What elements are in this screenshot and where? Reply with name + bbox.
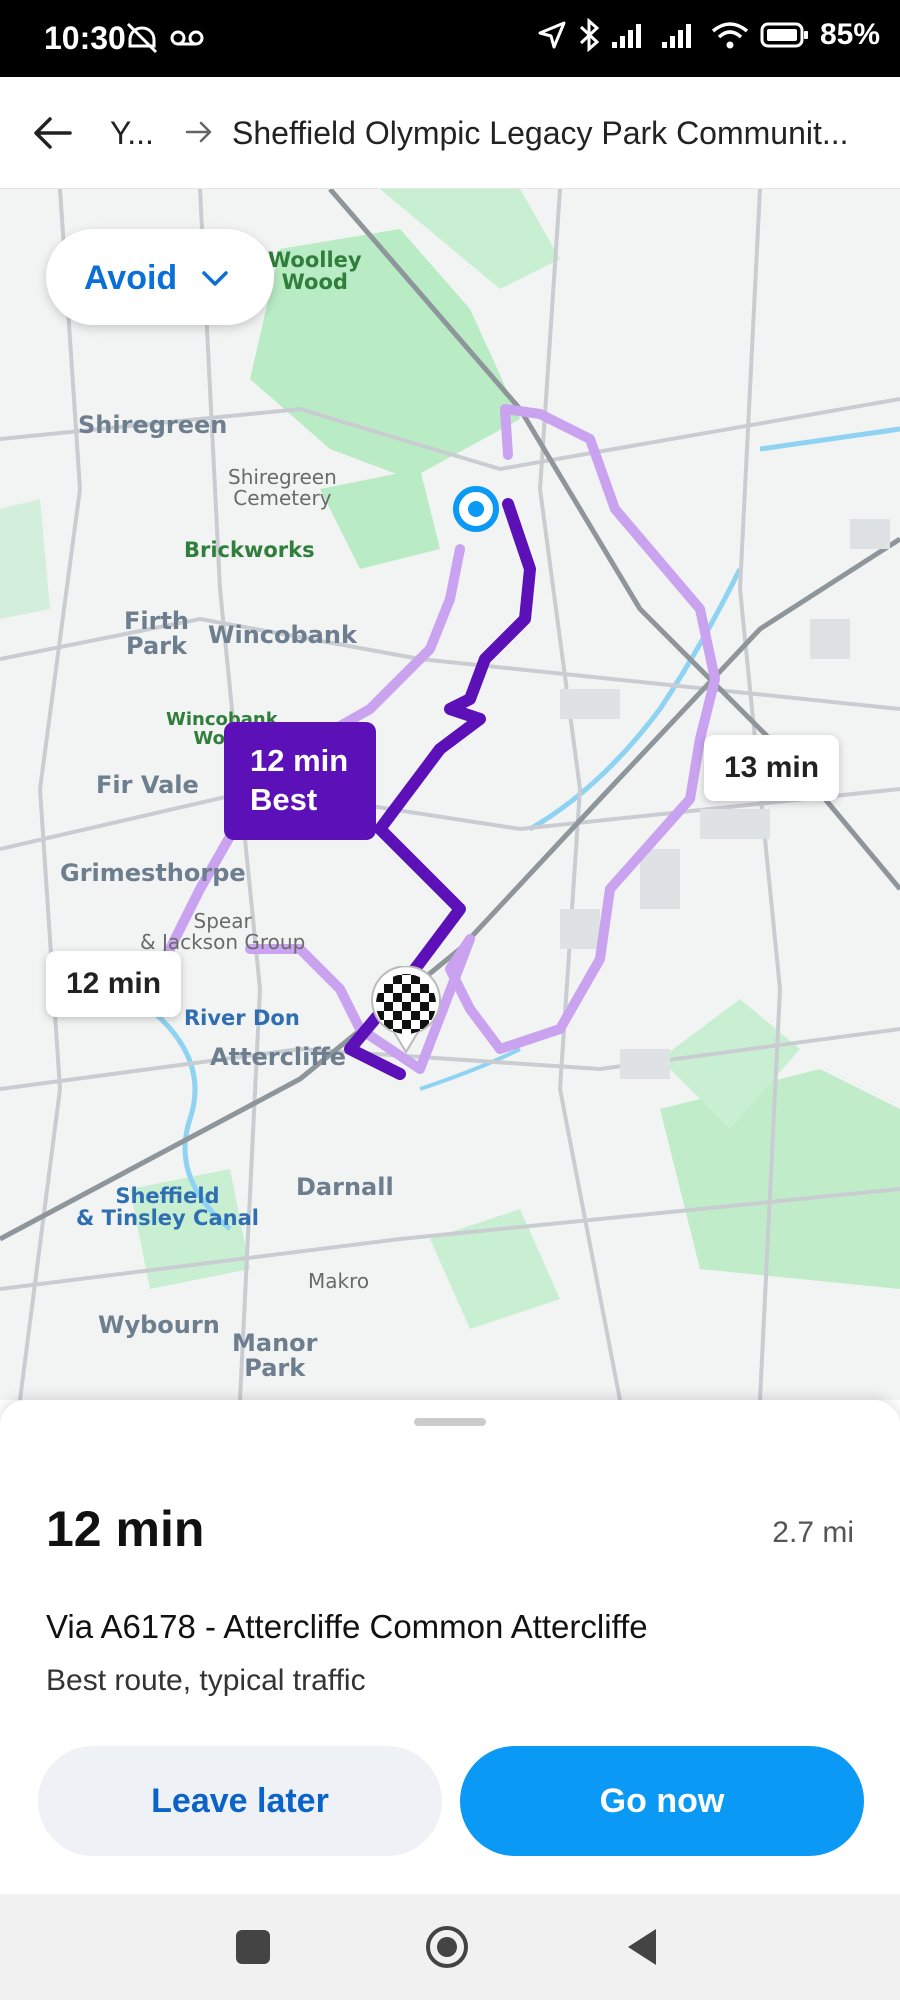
map-label-fir-vale: Fir Vale	[96, 771, 199, 799]
route-label-alt-2[interactable]: 12 min	[46, 951, 182, 1017]
map-label-spear-jackson: Spear & Jackson Group	[140, 909, 306, 954]
route-description: Best route, typical traffic	[46, 1664, 366, 1697]
back-arrow-icon[interactable]	[30, 111, 74, 155]
route-label-best[interactable]: 12 min Best	[224, 722, 376, 840]
destination-text[interactable]: Sheffield Olympic Legacy Park Communit..…	[232, 115, 872, 152]
route-label-alt-1[interactable]: 13 min	[704, 735, 840, 801]
route-best-time: 12 min	[250, 743, 349, 778]
map-label-shiregreen: Shiregreen	[78, 411, 228, 439]
current-location-icon	[453, 486, 499, 532]
status-time: 10:30	[44, 20, 126, 56]
voicemail-icon	[170, 30, 204, 46]
bluetooth-icon	[579, 18, 600, 52]
go-now-button[interactable]: Go now	[460, 1746, 864, 1856]
leave-later-button[interactable]: Leave later	[38, 1746, 442, 1856]
recent-apps-icon[interactable]	[236, 1930, 270, 1964]
route-best-tag: Best	[250, 781, 318, 817]
destination-flag-icon	[371, 966, 441, 1054]
route-header: Y... Sheffield Olympic Legacy Park Commu…	[0, 77, 900, 189]
signal-icon	[611, 24, 641, 48]
battery-percent: 85%	[819, 18, 880, 51]
route-via: Via A6178 - Attercliffe Common Atterclif…	[46, 1608, 648, 1645]
back-triangle-icon[interactable]	[624, 1927, 660, 1967]
avoid-label: Avoid	[84, 259, 178, 297]
arrow-right-icon	[185, 121, 212, 143]
map-label-shiregreen-cemetery: Shiregreen Cemetery	[228, 465, 337, 510]
battery-icon	[760, 22, 808, 48]
map-label-sheffield-canal: Sheffield & Tinsley Canal	[76, 1184, 259, 1231]
signal-icon	[661, 24, 691, 48]
map-label-wincobank: Wincobank	[208, 621, 357, 649]
origin-text[interactable]: Y...	[110, 115, 154, 152]
map-label-darnall: Darnall	[296, 1173, 394, 1201]
avoid-button[interactable]: Avoid	[46, 229, 274, 325]
map-label-attercliffe: Attercliffe	[210, 1043, 347, 1071]
map-label-makro: Makro	[308, 1269, 370, 1293]
map-label-river-don: River Don	[184, 1006, 300, 1030]
system-nav-bar	[0, 1894, 900, 2000]
home-icon[interactable]	[424, 1924, 470, 1970]
route-details-sheet: 12 min 2.7 mi Via A6178 - Attercliffe Co…	[0, 1400, 900, 1894]
route-map[interactable]: Woolley Wood Shiregreen Shiregreen Cemeter…	[0, 189, 900, 1400]
route-distance: 2.7 mi	[772, 1516, 854, 1549]
wifi-icon	[711, 22, 749, 49]
map-label-brickworks: Brickworks	[184, 538, 315, 562]
status-bar: 10:30 85%	[0, 0, 900, 77]
location-arrow-icon	[538, 21, 566, 49]
sheet-drag-handle[interactable]	[414, 1418, 486, 1426]
route-duration: 12 min	[46, 1501, 205, 1557]
chevron-down-icon	[202, 271, 228, 286]
map-label-manor-park: Manor Park	[232, 1329, 318, 1383]
map-label-wybourn: Wybourn	[98, 1311, 220, 1339]
map-label-firth-park: Firth Park	[124, 607, 190, 661]
alarm-off-icon	[126, 22, 158, 54]
map-label-woolley-wood: Woolley Wood	[268, 248, 362, 295]
map-label-grimesthorpe: Grimesthorpe	[60, 859, 246, 887]
